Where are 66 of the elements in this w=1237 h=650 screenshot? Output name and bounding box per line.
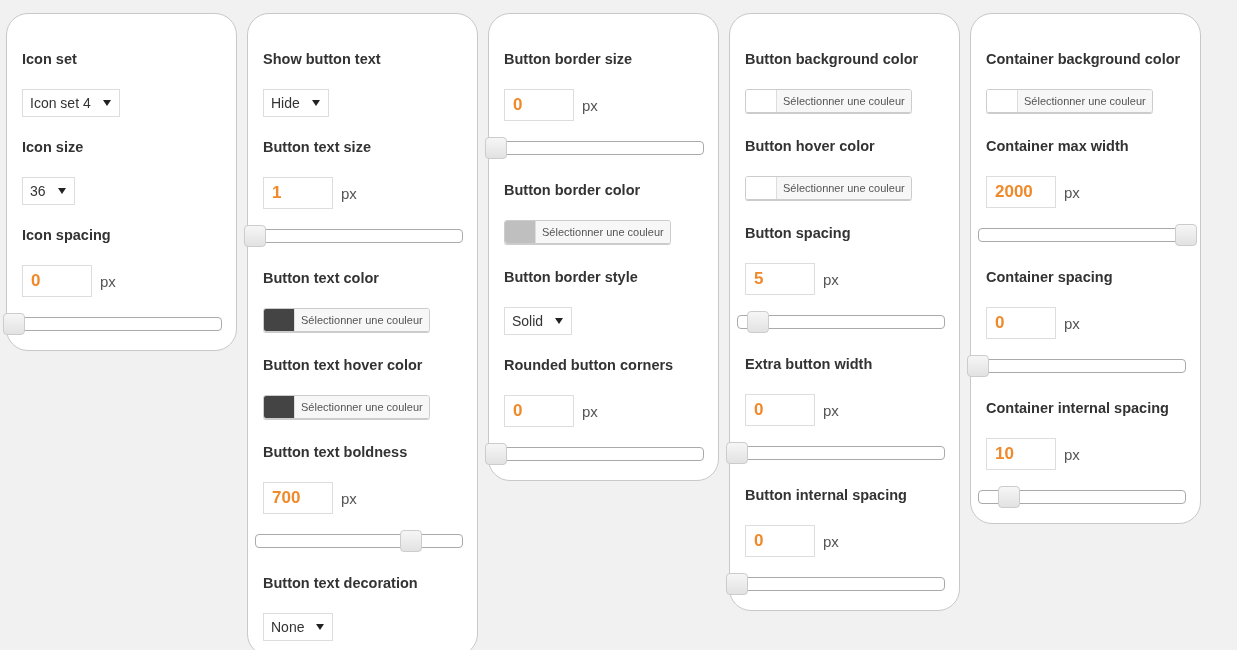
unit-label: px [823,532,839,550]
select-color-button[interactable]: Sélectionner une couleur [295,309,429,331]
setting-label: Container spacing [986,268,1114,286]
caret-icon [555,318,564,324]
setting-label: Icon set [22,50,78,68]
unit-label: px [341,489,357,507]
setting-label: Show button text [263,50,382,68]
setting-label: Icon size [22,138,85,156]
select-color-button[interactable]: Sélectionner une couleur [536,221,670,243]
setting-label: Extra button width [745,355,874,373]
caret-icon [311,100,320,106]
unit-label: px [823,270,839,288]
unit-label: px [341,184,357,202]
dropdown[interactable]: Icon set 4 [22,89,120,117]
slider-thumb[interactable] [3,313,25,335]
slider-thumb[interactable] [746,311,769,333]
setting-label: Button internal spacing [745,486,908,504]
unit-label: px [1064,314,1080,332]
slider-thumb[interactable] [485,137,507,159]
slider-thumb[interactable] [967,355,989,377]
setting-label: Button text size [263,138,372,156]
select-color-button[interactable]: Sélectionner une couleur [1018,90,1152,112]
unit-label: px [1064,183,1080,201]
slider-thumb[interactable] [485,443,507,465]
setting-label: Button hover color [745,137,876,155]
setting-label: Icon spacing [22,226,112,244]
setting-label: Button text boldness [263,443,409,461]
setting-label: Container background color [986,50,1182,68]
unit-label: px [1064,445,1080,463]
color-swatch[interactable] [264,309,295,331]
setting-label: Container internal spacing [986,399,1170,417]
setting-label: Container max width [986,137,1130,155]
unit-label: px [100,272,116,290]
dropdown[interactable]: 36 [22,177,75,205]
setting-label: Button text decoration [263,574,419,592]
setting-label: Button border size [504,50,634,68]
setting-label: Button spacing [745,224,852,242]
slider-thumb[interactable] [244,225,266,247]
setting-label: Button text hover color [263,356,424,374]
caret-icon [57,188,66,194]
dropdown[interactable]: Hide [263,89,329,117]
setting-label: Button background color [745,50,920,68]
dropdown[interactable]: None [263,613,334,641]
color-swatch[interactable] [746,90,777,112]
slider-thumb[interactable] [726,573,748,595]
dropdown[interactable]: Solid [504,307,573,335]
caret-icon [102,100,111,106]
slider-thumb[interactable] [1175,224,1197,246]
caret-icon [316,624,325,630]
select-color-button[interactable]: Sélectionner une couleur [777,177,911,199]
unit-label: px [582,96,598,114]
slider-thumb[interactable] [998,486,1021,508]
setting-label: Button text color [263,269,380,287]
setting-label: Button border style [504,268,639,286]
slider-thumb[interactable] [726,442,748,464]
color-swatch[interactable] [746,177,777,199]
unit-label: px [582,402,598,420]
setting-label: Button border color [504,181,642,199]
unit-label: px [823,401,839,419]
color-swatch[interactable] [505,221,536,243]
setting-label: Rounded button corners [504,356,675,374]
select-color-button[interactable]: Sélectionner une couleur [777,90,911,112]
color-swatch[interactable] [264,396,295,418]
slider-thumb[interactable] [400,530,422,552]
select-color-button[interactable]: Sélectionner une couleur [295,396,429,418]
color-swatch[interactable] [987,90,1018,112]
